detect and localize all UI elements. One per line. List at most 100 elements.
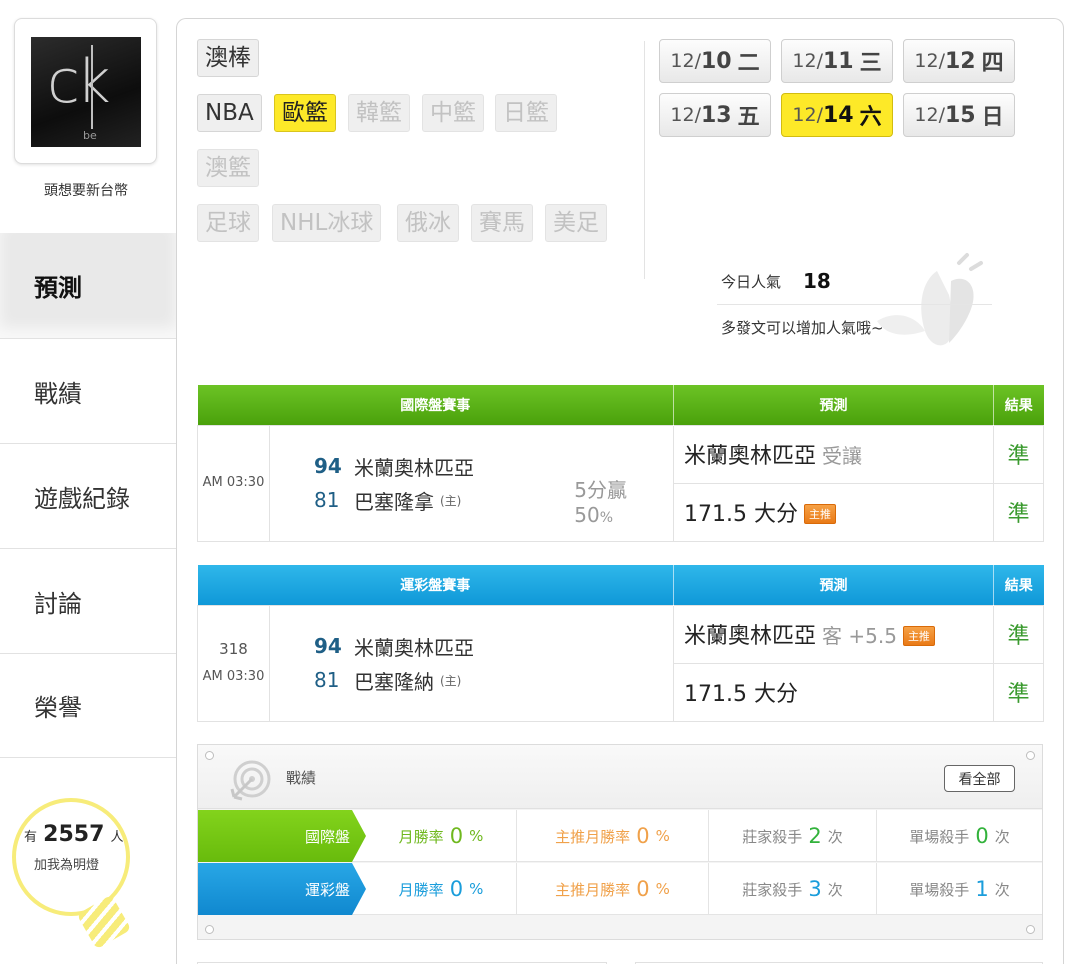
- prediction-detail: 客 +5.5: [822, 624, 897, 648]
- sport-tag-soccer[interactable]: 足球: [197, 204, 259, 242]
- table-header-prediction: 預測: [673, 385, 994, 425]
- date-month: 12/: [792, 50, 823, 72]
- sport-tag-russia-hockey[interactable]: 俄冰: [397, 204, 459, 242]
- popularity-divider: [717, 304, 992, 305]
- stat-unit: %: [655, 827, 670, 845]
- team-name: 米蘭奧林匹亞: [354, 635, 474, 660]
- sport-tag-nhl[interactable]: NHL冰球: [272, 204, 382, 242]
- nav-item-discussion[interactable]: 討論: [0, 548, 176, 653]
- date-weekday: 五: [737, 105, 760, 130]
- stats-row-intl: 國際盤 月勝率 0% 主推月勝率 0% 莊家殺手 2 次 單場殺手 0 次: [198, 810, 1042, 862]
- date-button-1215[interactable]: 12/15 日: [903, 93, 1015, 137]
- record-stats-title: 戰績: [286, 769, 317, 787]
- prediction-result: 準: [993, 662, 1044, 722]
- stat-label: 莊家殺手: [742, 880, 803, 899]
- date-button-1211[interactable]: 12/11 三: [781, 39, 893, 83]
- stat-value: 0: [636, 824, 650, 848]
- match-time-cell: 318 AM 03:30: [197, 604, 270, 722]
- prediction-detail: 受讓: [822, 444, 863, 468]
- table-header-row: 國際盤賽事 預測 結果: [197, 385, 1044, 425]
- sport-tag-nba[interactable]: NBA: [197, 94, 262, 132]
- sport-tag-aus-baseball[interactable]: 澳棒: [197, 39, 259, 77]
- stat-label: 莊家殺手: [742, 827, 803, 846]
- butterfly-icon: [877, 253, 983, 346]
- avatar-logo-text: ck: [47, 47, 111, 117]
- team-name: 巴塞隆納: [354, 669, 434, 694]
- record-stats-header: 戰績 看全部: [198, 745, 1042, 809]
- date-day: 13: [700, 102, 732, 128]
- spread-info: 5分贏 50%: [574, 478, 627, 531]
- nav-item-predict[interactable]: 預測: [0, 233, 176, 338]
- stat-value: 0: [449, 877, 464, 901]
- home-marker: (主): [440, 493, 462, 508]
- date-button-1214[interactable]: 12/14 六: [781, 93, 893, 137]
- intl-odds-table: 國際盤賽事 預測 結果 AM 03:30 94 米蘭奧林匹亞 81 巴塞隆拿 (…: [197, 385, 1044, 542]
- prediction-cell: 米蘭奧林匹亞 受讓: [673, 424, 994, 484]
- stat-unit: 次: [827, 827, 843, 846]
- main-pick-badge: 主推: [803, 504, 836, 524]
- team-score: 94: [314, 454, 342, 478]
- nav-item-honor[interactable]: 榮譽: [0, 653, 176, 758]
- prediction-cell: 171.5 大分: [673, 662, 994, 722]
- sport-tag-american-football[interactable]: 美足: [545, 204, 607, 242]
- lottery-odds-table: 運彩盤賽事 預測 結果 318 AM 03:30 94 米蘭奧林匹亞 81 巴塞…: [197, 565, 1044, 722]
- single-game-killer: 單場殺手 0 次: [876, 810, 1042, 862]
- date-month: 12/: [792, 104, 823, 126]
- house-killer: 莊家殺手 3 次: [708, 863, 876, 915]
- stat-label: 主推月勝率: [555, 880, 631, 899]
- date-button-1210[interactable]: 12/10 二: [659, 39, 771, 83]
- stat-unit: %: [469, 880, 484, 898]
- fans-count-line: 有 2557 人: [24, 822, 124, 847]
- table-row: AM 03:30 94 米蘭奧林匹亞 81 巴塞隆拿 (主) 5分贏 50% 米…: [197, 424, 1044, 542]
- spread-percent: 50: [574, 502, 600, 527]
- table-header-result: 結果: [993, 565, 1044, 605]
- popularity-value: 18: [803, 269, 831, 293]
- view-all-button[interactable]: 看全部: [944, 765, 1015, 792]
- match-teams: 94 米蘭奧林匹亞 81 巴塞隆納 (主): [269, 604, 674, 722]
- date-button-1212[interactable]: 12/12 四: [903, 39, 1015, 83]
- stat-label: 主推月勝率: [555, 827, 631, 846]
- sport-tag-china-basketball[interactable]: 中籃: [422, 94, 484, 132]
- prediction-cell: 米蘭奧林匹亞客 +5.5 主推: [673, 604, 994, 664]
- sport-tag-euro-basketball[interactable]: 歐籃: [274, 94, 336, 132]
- date-month: 12/: [670, 50, 701, 72]
- side-nav: 預測 戰績 遊戲紀錄 討論 榮譽: [0, 233, 176, 758]
- sport-tag-aus-basketball[interactable]: 澳籃: [197, 149, 259, 187]
- target-icon: [230, 760, 271, 801]
- team-score: 81: [314, 488, 340, 512]
- date-weekday: 六: [859, 105, 882, 130]
- main-pick-badge: 主推: [902, 626, 935, 646]
- sport-tag-japan-basketball[interactable]: 日籃: [495, 94, 557, 132]
- date-button-1213[interactable]: 12/13 五: [659, 93, 771, 137]
- prediction-pick: 米蘭奧林匹亞: [684, 624, 817, 649]
- stats-row-label: 國際盤: [198, 810, 366, 862]
- team-row-home: 81 巴塞隆納 (主): [270, 663, 673, 697]
- nav-item-record[interactable]: 戰績: [0, 338, 176, 443]
- avatar-card: ck be: [14, 18, 157, 164]
- prediction-pick: 米蘭奧林匹亞: [684, 444, 817, 469]
- date-weekday: 四: [981, 51, 1004, 76]
- prediction-result: 準: [993, 424, 1044, 484]
- stats-row-lottery: 運彩盤 月勝率 0% 主推月勝率 0% 莊家殺手 3 次 單場殺手 1 次: [198, 863, 1042, 915]
- prediction-result: 準: [993, 482, 1044, 542]
- stats-row-label: 運彩盤: [198, 863, 366, 915]
- fans-prefix: 有: [24, 830, 38, 845]
- nav-item-game-log[interactable]: 遊戲紀錄: [0, 443, 176, 548]
- section-divider: [644, 41, 645, 279]
- main-panel: 澳棒 NBA 歐籃 韓籃 中籃 日籃 澳籃 足球 NHL冰球 俄冰 賽馬 美足 …: [176, 18, 1064, 964]
- corner-dot: [1026, 925, 1035, 934]
- sport-tag-horse-racing[interactable]: 賽馬: [471, 204, 533, 242]
- spread-result: 5分贏: [574, 477, 627, 502]
- team-score: 94: [314, 634, 342, 658]
- stat-unit: 次: [994, 827, 1010, 846]
- match-teams: 94 米蘭奧林匹亞 81 巴塞隆拿 (主) 5分贏 50%: [269, 424, 674, 542]
- house-killer: 莊家殺手 2 次: [708, 810, 876, 862]
- avatar[interactable]: ck be: [31, 37, 141, 147]
- date-day: 11: [822, 48, 854, 74]
- date-weekday: 三: [859, 51, 882, 76]
- fans-label: 加我為明燈: [34, 858, 100, 873]
- date-weekday: 二: [737, 51, 760, 76]
- sport-tag-korea-basketball[interactable]: 韓籃: [348, 94, 410, 132]
- team-name: 米蘭奧林匹亞: [354, 455, 474, 480]
- fans-lightbulb[interactable]: 有 2557 人 加我為明燈: [12, 798, 142, 950]
